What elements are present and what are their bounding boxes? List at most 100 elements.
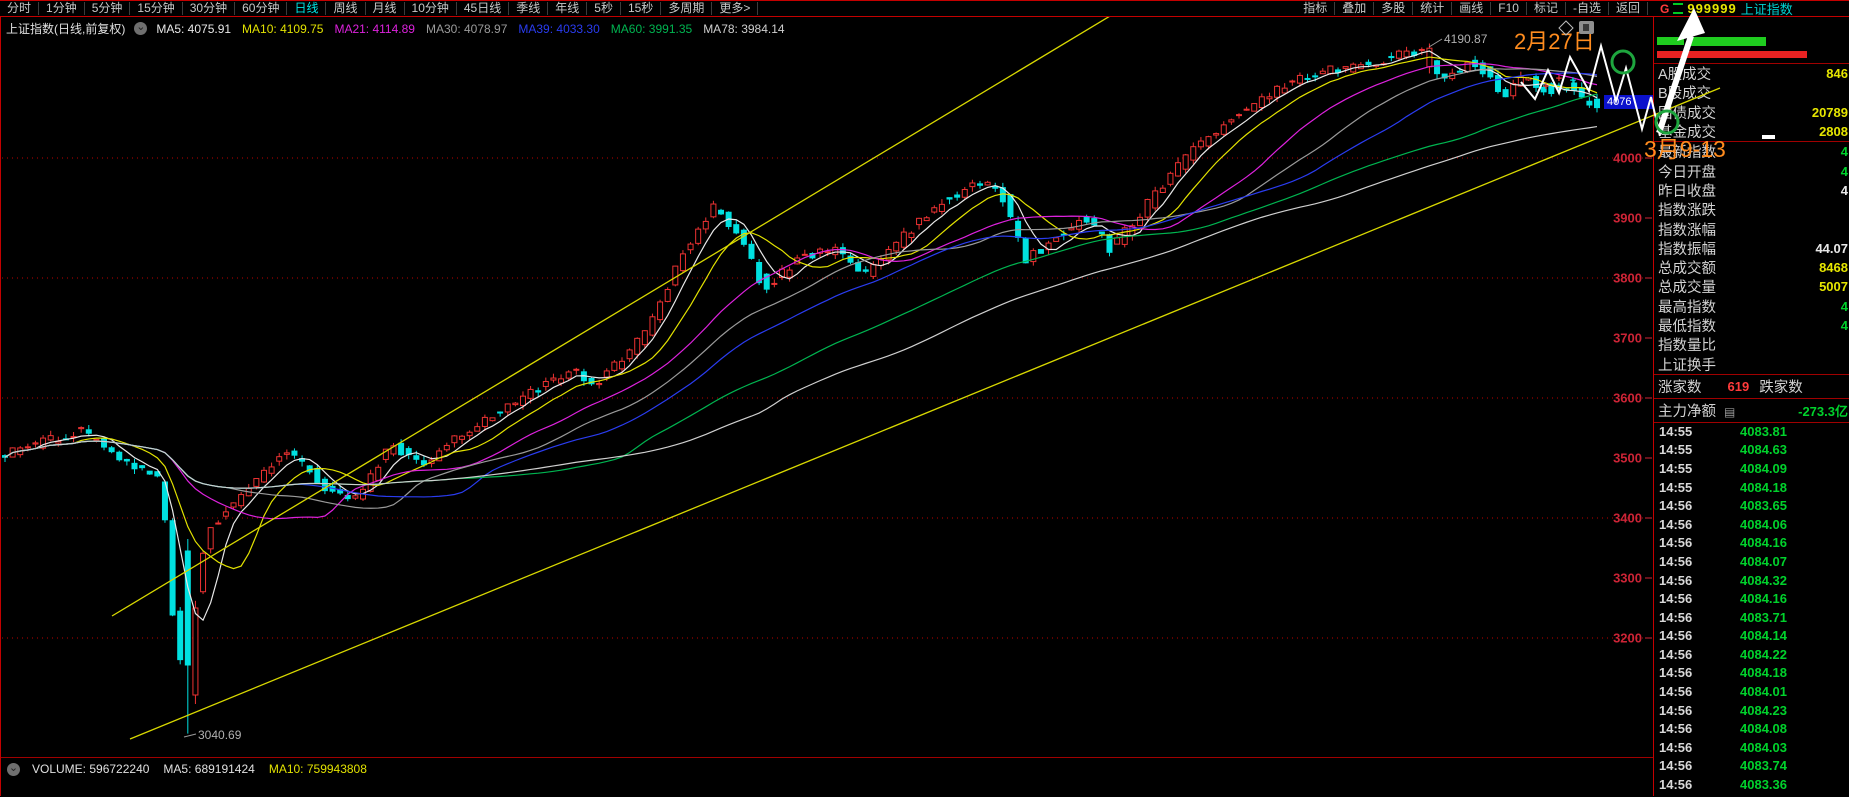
quote-label: 指数振幅 [1658,238,1716,259]
tick-row: 14:564083.65 [1654,497,1849,516]
tool-button-1[interactable]: 指标 [1296,2,1335,15]
quote-value: 4 [1841,318,1849,333]
tool-button-5[interactable]: 画线 [1452,2,1491,15]
timeframe-tab-16[interactable]: 多周期 [661,2,712,15]
tick-row: 14:564084.32 [1654,572,1849,591]
tool-button-3[interactable]: 多股 [1374,2,1413,15]
quote-label: 最高指数 [1658,296,1716,317]
tool-button-7[interactable]: 标记 [1527,2,1566,15]
quote-label: 最低指数 [1658,315,1716,336]
quote-label: 指数量比 [1658,334,1716,355]
detail-icon[interactable]: ▤ [1724,405,1735,419]
ticker-group-label: G [1660,2,1669,16]
tick-price: 4084.14 [1740,628,1787,643]
tick-time: 14:56 [1659,703,1692,718]
tick-price: 4084.06 [1740,517,1787,532]
ma-legend-item: MA78: 3984.14 [703,22,784,36]
tick-price: 4084.18 [1740,480,1787,495]
quote-label: 指数涨幅 [1658,219,1716,240]
tick-price: 4084.03 [1740,740,1787,755]
tick-row: 14:554083.81 [1654,423,1849,442]
quote-value: 20789 [1812,105,1849,120]
tick-row: 14:564084.18 [1654,664,1849,683]
ma-legend-item: MA60: 3991.35 [611,22,692,36]
tool-button-9[interactable]: 返回 [1609,2,1648,15]
quote-row: 最低指数 4 [1654,316,1849,335]
tick-row: 14:56 4084.14 [1654,627,1849,646]
chart-canvas[interactable] [0,16,1653,796]
timeframe-tab-7[interactable]: 日线 [287,2,326,15]
timeframe-tab-9[interactable]: 月线 [366,2,405,15]
tick-price: 4084.16 [1740,535,1787,550]
advancers-label: 涨家数 [1658,376,1702,397]
tick-price: 4084.22 [1740,647,1787,662]
tool-button-2[interactable]: 叠加 [1335,2,1374,15]
tick-price: 4083.81 [1740,424,1787,439]
quote-label: 总成交额 [1658,257,1716,278]
tick-time: 14:56 [1659,665,1692,680]
ticker-code: 999999 [1687,1,1736,16]
quote-row: 总成交量5007 [1654,277,1849,296]
ma-legend-item: MA5: 4075.91 [156,22,231,36]
advancers-decliners-row: 涨家数 619 跌家数 [1654,374,1849,398]
green-strength-bar [1687,37,1766,46]
timeframe-tab-6[interactable]: 60分钟 [235,2,287,15]
chart-title: 上证指数(日线,前复权) [6,20,125,37]
list-icon [1673,3,1683,14]
tick-price: 4083.36 [1740,777,1787,792]
tick-row: 14:564083.36 [1654,776,1849,795]
quote-value: 44.07 [1815,241,1849,256]
tick-time: 14:56 [1659,610,1692,625]
quote-value: 846 [1826,66,1849,81]
tick-price: 4084.07 [1740,554,1787,569]
timeframe-tab-17[interactable]: 更多> [712,2,758,15]
tick-row: 14:56 4083.71 [1654,609,1849,628]
timeframe-tab-14[interactable]: 5秒 [587,2,621,15]
timeframe-tab-15[interactable]: 15秒 [621,2,661,15]
timeframe-tab-13[interactable]: 年线 [548,2,587,15]
red-strength-bar [1657,51,1807,58]
quote-rows: A股成交846B股成交国债成交20789基金成交2808最新指数4今日开盘4昨日… [1654,63,1849,374]
tick-row: 14:56 4084.16 [1654,534,1849,553]
tick-price: 4083.71 [1740,610,1787,625]
quote-row: 最高指数 4 [1654,297,1849,316]
volume-collapse-chevron-icon[interactable]: ⌄ [7,763,20,776]
green-strength-bar [1657,37,1684,45]
timeframe-tab-11[interactable]: 45日线 [457,2,509,15]
time-sales-list[interactable]: 14:554083.8114:554084.6314:554084.0914:5… [1654,422,1849,795]
quote-row: 上证换手 [1654,354,1849,373]
tick-time: 14:56 [1659,535,1692,550]
timeframe-tab-8[interactable]: 周线 [326,2,365,15]
main-net-value: -273.3亿 [1798,401,1848,420]
timeframe-tab-1[interactable]: 分时 [0,2,39,15]
quote-row: B股成交 [1654,83,1849,102]
date-annotation-mar9-13[interactable]: 3月9-13 [1644,130,1726,164]
quote-value: 4 [1841,299,1849,314]
quote-row: 昨日收盘4 [1654,181,1849,200]
timeframe-tab-5[interactable]: 30分钟 [183,2,235,15]
timeframe-tab-4[interactable]: 15分钟 [130,2,182,15]
quote-label: A股成交 [1658,63,1711,84]
market-strength-bars [1654,16,1849,63]
quote-row: 国债成交 20789 [1654,103,1849,122]
quote-label: 国债成交 [1658,102,1716,123]
tick-time: 14:56 [1659,628,1692,643]
tick-time: 14:56 [1659,591,1692,606]
date-annotation-feb27[interactable]: 2月27日 [1514,24,1595,56]
tick-row: 14:554084.63 [1654,441,1849,460]
timeframe-tab-12[interactable]: 季线 [509,2,548,15]
quote-value: 4 [1841,164,1849,179]
quote-label: 上证换手 [1658,354,1716,375]
tick-row: 14:564084.16 [1654,590,1849,609]
timeframe-tab-3[interactable]: 5分钟 [85,2,131,15]
timeframe-tab-10[interactable]: 10分钟 [405,2,457,15]
collapse-chevron-icon[interactable]: ⌄ [134,22,147,35]
volume-legend-item: MA10: 759943808 [269,762,367,776]
quote-row: 总成交额8468 [1654,258,1849,277]
timeframe-tab-2[interactable]: 1分钟 [39,2,85,15]
tool-button-6[interactable]: F10 [1491,2,1527,15]
tool-button-8[interactable]: -自选 [1566,2,1609,15]
tool-button-4[interactable]: 统计 [1413,2,1452,15]
tick-row: 14:564084.22 [1654,646,1849,665]
tick-time: 14:55 [1659,442,1692,457]
